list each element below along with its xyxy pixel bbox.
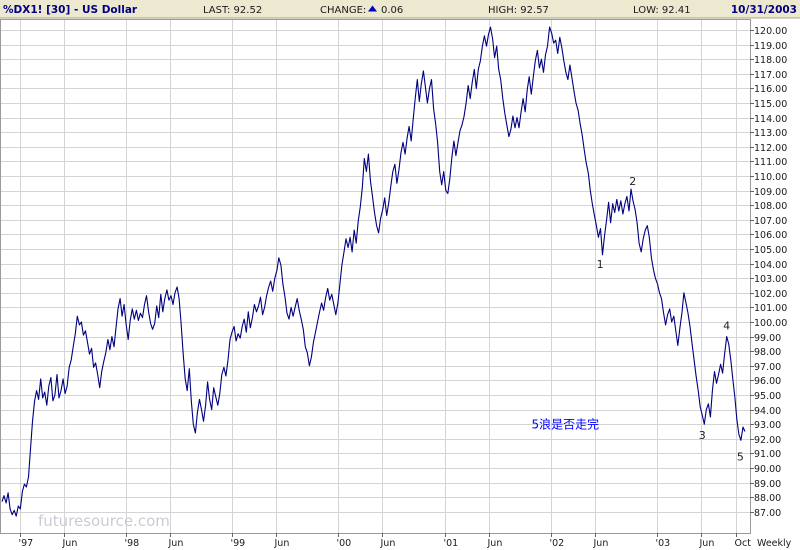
y-tick-label: 106.00 <box>754 230 787 241</box>
x-tick-label: Jun <box>380 538 396 549</box>
y-tick-label: 100.00 <box>754 318 787 329</box>
y-tick-label: 114.00 <box>754 114 787 125</box>
last-price: LAST: 92.52 <box>203 5 262 16</box>
y-tick-label: 90.00 <box>754 464 781 475</box>
x-tick-label: '01 <box>444 538 459 549</box>
wave-label-1: 1 <box>597 258 604 271</box>
x-tick-label: '02 <box>550 538 565 549</box>
y-tick-label: 87.00 <box>754 508 781 519</box>
y-tick-label: 117.00 <box>754 70 787 81</box>
y-tick-label: 108.00 <box>754 201 787 212</box>
wave-label-3: 3 <box>699 429 706 442</box>
plot-area <box>0 19 751 534</box>
y-tick-label: 104.00 <box>754 260 787 271</box>
x-tick-label: '97 <box>19 538 34 549</box>
y-tick-label: 112.00 <box>754 143 787 154</box>
y-tick-label: 89.00 <box>754 479 781 490</box>
x-tick-label: '99 <box>231 538 246 549</box>
x-tick-label: '98 <box>125 538 140 549</box>
annotation-note: 5浪是否走完 <box>531 417 599 432</box>
y-tick-label: 116.00 <box>754 84 787 95</box>
y-tick-label: 113.00 <box>754 128 787 139</box>
low-price: LOW: 92.41 <box>633 5 691 16</box>
chart-header: %DX1! [30] - US Dollar LAST: 92.52 CHANG… <box>0 0 800 19</box>
x-tick-label: Jun <box>274 538 290 549</box>
x-tick-label: Jun <box>699 538 715 549</box>
y-tick-label: 98.00 <box>754 347 781 358</box>
y-tick-label: 99.00 <box>754 333 781 344</box>
y-tick-label: 91.00 <box>754 449 781 460</box>
y-tick-label: 93.00 <box>754 420 781 431</box>
quote-date: 10/31/2003 <box>731 4 797 16</box>
y-tick-label: 102.00 <box>754 289 787 300</box>
wave-label-4: 4 <box>723 319 730 332</box>
change-value: 0.06 <box>381 5 403 16</box>
x-tick-label: Oct <box>735 538 752 549</box>
y-tick-label: 110.00 <box>754 172 787 183</box>
wave-label-5: 5 <box>737 451 744 464</box>
x-tick-label: '03 <box>656 538 671 549</box>
y-tick-label: 95.00 <box>754 391 781 402</box>
change-label: CHANGE: <box>320 5 366 16</box>
y-tick-label: 119.00 <box>754 41 787 52</box>
watermark: futuresource.com <box>38 512 170 530</box>
y-tick-label: 103.00 <box>754 274 787 285</box>
x-tick-label: Jun <box>168 538 184 549</box>
frequency-label: Weekly <box>757 538 792 549</box>
symbol-title: %DX1! [30] - US Dollar <box>3 4 138 16</box>
y-tick-label: 88.00 <box>754 493 781 504</box>
wave-label-2: 2 <box>629 175 636 188</box>
y-tick-label: 109.00 <box>754 187 787 198</box>
y-tick-label: 105.00 <box>754 245 787 256</box>
x-tick-label: Jun <box>487 538 503 549</box>
y-tick-label: 111.00 <box>754 157 787 168</box>
x-tick-label: '00 <box>337 538 352 549</box>
y-tick-label: 120.00 <box>754 26 787 37</box>
us-dollar-chart: %DX1! [30] - US Dollar LAST: 92.52 CHANG… <box>0 0 800 549</box>
x-axis: '97 Jun '98 Jun '99 Jun '00 Jun '01 Jun '02 Jun '03 J… <box>19 533 752 549</box>
y-tick-label: 94.00 <box>754 406 781 417</box>
high-price: HIGH: 92.57 <box>488 5 549 16</box>
y-tick-label: 97.00 <box>754 362 781 373</box>
y-tick-label: 96.00 <box>754 376 781 387</box>
y-tick-label: 118.00 <box>754 55 787 66</box>
y-tick-label: 115.00 <box>754 99 787 110</box>
y-tick-label: 92.00 <box>754 435 781 446</box>
x-tick-label: Jun <box>62 538 78 549</box>
y-axis: 87.00 88.00 89.00 90.00 91.00 92.00 93.00 94.00… <box>750 26 787 519</box>
y-tick-label: 107.00 <box>754 216 787 227</box>
y-tick-label: 101.00 <box>754 303 787 314</box>
x-tick-label: Jun <box>593 538 609 549</box>
